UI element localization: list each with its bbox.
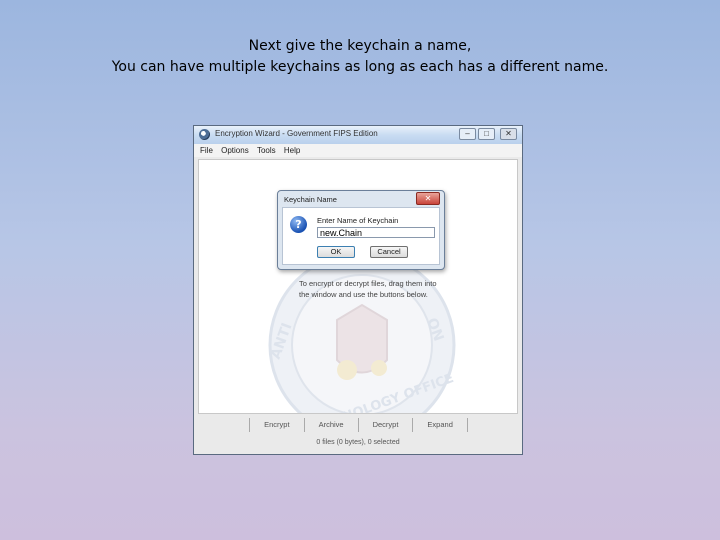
slide-caption: Next give the keychain a name, You can h… [0,36,720,78]
archive-button[interactable]: Archive [303,418,359,432]
expand-button[interactable]: Expand [412,418,468,432]
menu-options[interactable]: Options [221,144,249,157]
maximize-button[interactable]: □ [478,128,495,140]
caption-line-1: Next give the keychain a name, [248,38,472,54]
menu-file[interactable]: File [200,144,213,157]
ok-button[interactable]: OK [317,246,355,258]
minimize-button[interactable]: – [459,128,476,140]
close-button[interactable]: ✕ [500,128,517,140]
cancel-button[interactable]: Cancel [370,246,408,258]
window-title: Encryption Wizard - Government FIPS Edit… [215,129,378,138]
dialog-close-button[interactable]: ✕ [416,192,440,205]
decrypt-button[interactable]: Decrypt [357,418,414,432]
keychain-name-label: Enter Name of Keychain [317,216,399,225]
keychain-name-input[interactable] [317,227,435,238]
agency-seal-watermark: ANTI ON TECHNOLOGY OFFICE [268,251,456,413]
encrypt-button[interactable]: Encrypt [249,418,305,432]
menu-help[interactable]: Help [284,144,300,157]
dialog-title: Keychain Name [284,195,337,204]
window-titlebar[interactable]: Encryption Wizard - Government FIPS Edit… [194,126,522,144]
caption-line-2: You can have multiple keychains as long … [111,59,609,75]
app-icon [199,129,210,140]
menu-tools[interactable]: Tools [257,144,276,157]
status-bar: 0 files (0 bytes), 0 selected [316,439,400,446]
action-toolbar: Encrypt Archive Decrypt Expand [194,418,522,436]
dialog-body: ? Enter Name of Keychain OK Cancel [282,207,440,265]
drop-hint-text: To encrypt or decrypt files, drag them i… [299,279,437,299]
question-icon: ? [290,216,307,233]
keychain-name-dialog: Keychain Name ✕ ? Enter Name of Keychain… [277,190,445,270]
encryption-wizard-window: Encryption Wizard - Government FIPS Edit… [193,125,523,455]
menu-bar: File Options Tools Help [194,144,522,157]
